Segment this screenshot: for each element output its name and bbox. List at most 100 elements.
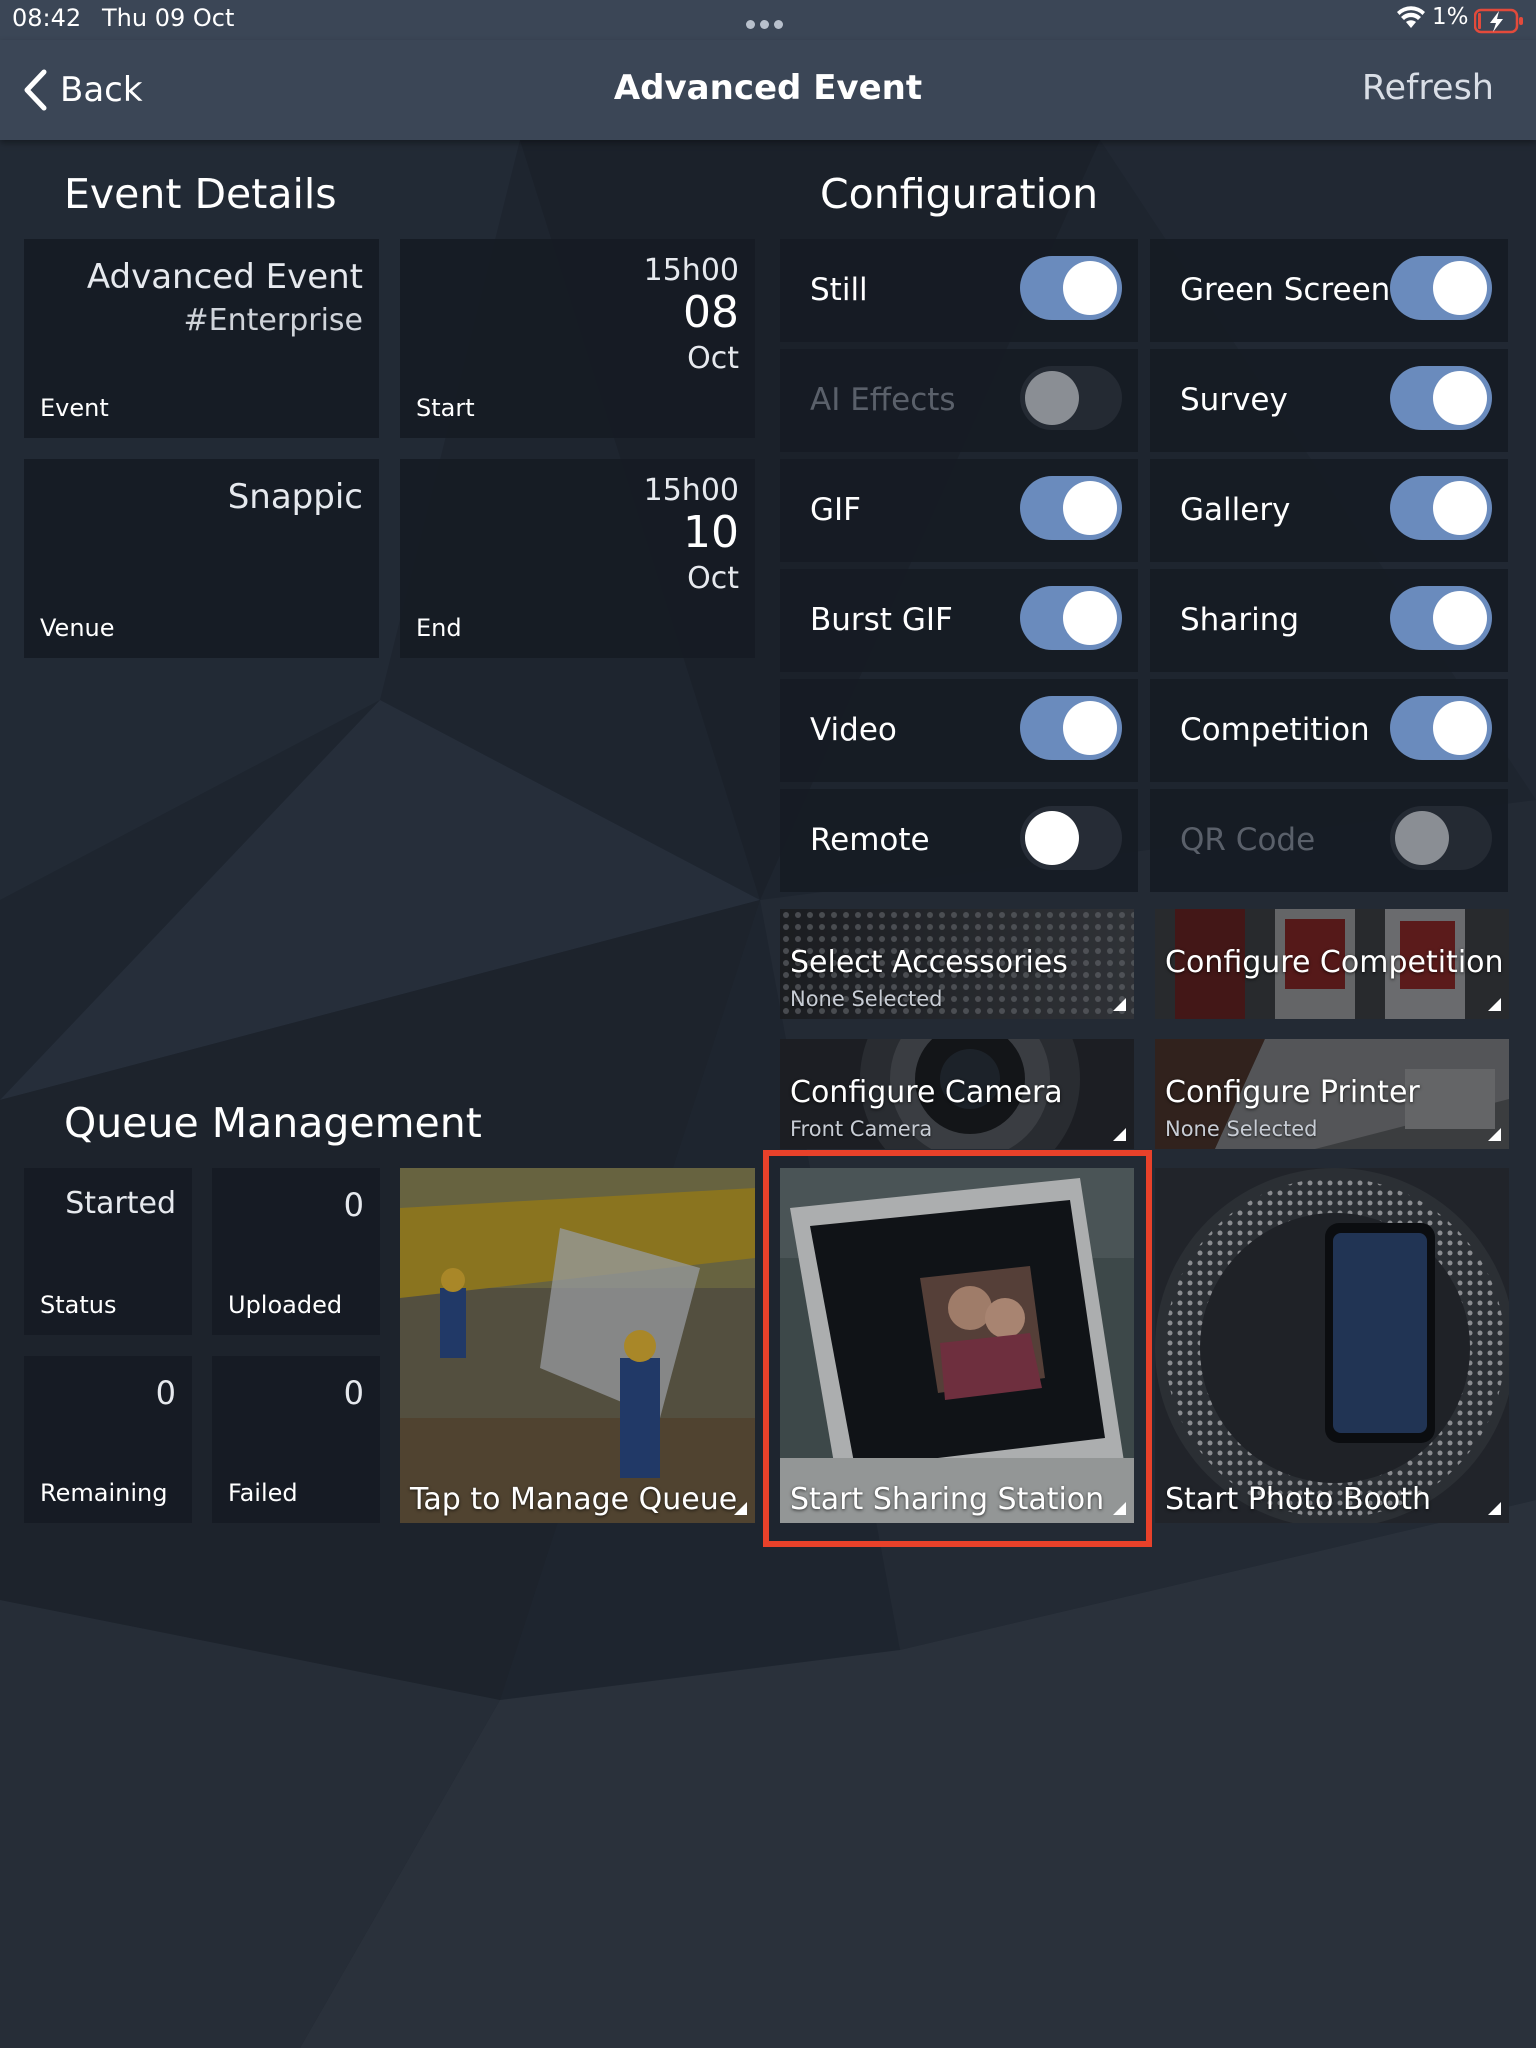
toggle-green-screen[interactable]	[1390, 256, 1492, 320]
configure-camera-title: Configure Camera	[790, 1075, 1063, 1110]
toggle-video[interactable]	[1020, 696, 1122, 760]
manage-queue-title: Tap to Manage Queue	[410, 1482, 738, 1517]
configuration-heading: Configuration	[820, 170, 1099, 218]
status-bar: 08:42 Thu 09 Oct 1%	[0, 0, 1536, 40]
queue-failed-value: 0	[343, 1374, 364, 1412]
start-photo-booth-button[interactable]: Start Photo Booth	[1155, 1168, 1509, 1523]
end-time: 15h00	[643, 473, 739, 508]
configure-camera-button[interactable]: Configure Camera Front Camera	[780, 1039, 1134, 1149]
toggle-competition[interactable]	[1390, 696, 1492, 760]
config-row-ai-effects: AI Effects	[780, 349, 1138, 452]
configure-camera-subtitle: Front Camera	[790, 1117, 933, 1141]
event-tag: #Enterprise	[183, 303, 363, 338]
start-time: 15h00	[643, 253, 739, 288]
config-label-green-screen: Green Screen	[1180, 272, 1391, 308]
config-row-competition: Competition	[1150, 679, 1508, 782]
start-day: 08	[683, 287, 739, 338]
navigation-bar: Back Advanced Event Refresh	[0, 40, 1536, 140]
config-label-still: Still	[810, 272, 868, 308]
toggle-sharing[interactable]	[1390, 586, 1492, 650]
config-label-remote: Remote	[810, 822, 930, 858]
corner-indicator-icon	[1488, 998, 1501, 1011]
queue-status-value: Started	[65, 1186, 176, 1221]
queue-status-label: Status	[40, 1291, 117, 1319]
battery-charging-icon	[1474, 8, 1523, 34]
config-row-green-screen: Green Screen	[1150, 239, 1508, 342]
toggle-still[interactable]	[1020, 256, 1122, 320]
toggle-gallery[interactable]	[1390, 476, 1492, 540]
config-label-burst-gif: Burst GIF	[810, 602, 953, 638]
battery-percent: 1%	[1432, 4, 1469, 30]
corner-indicator-icon	[1113, 998, 1126, 1011]
start-date-tile[interactable]: 15h00 08 Oct Start	[400, 239, 755, 438]
wifi-icon	[1397, 6, 1425, 28]
corner-indicator-icon	[1488, 1128, 1501, 1141]
start-month: Oct	[687, 341, 739, 376]
config-row-gallery: Gallery	[1150, 459, 1508, 562]
event-tile[interactable]: Advanced Event #Enterprise Event	[24, 239, 379, 438]
end-label: End	[416, 614, 462, 642]
queue-status-tile: Started Status	[24, 1168, 192, 1335]
config-row-survey: Survey	[1150, 349, 1508, 452]
toggle-gif[interactable]	[1020, 476, 1122, 540]
config-label-sharing: Sharing	[1180, 602, 1300, 638]
config-label-gallery: Gallery	[1180, 492, 1291, 528]
configure-printer-subtitle: None Selected	[1165, 1117, 1318, 1141]
queue-remaining-label: Remaining	[40, 1479, 168, 1507]
event-label: Event	[40, 394, 109, 422]
event-name: Advanced Event	[86, 257, 363, 297]
configure-printer-title: Configure Printer	[1165, 1075, 1420, 1110]
config-row-gif: GIF	[780, 459, 1138, 562]
selection-highlight	[763, 1150, 1152, 1547]
status-time: 08:42	[12, 4, 82, 32]
config-row-qr-code: QR Code	[1150, 789, 1508, 892]
queue-failed-tile: 0 Failed	[212, 1356, 380, 1523]
status-date: Thu 09 Oct	[102, 4, 235, 32]
configure-competition-title: Configure Competition	[1165, 945, 1504, 980]
toggle-remote[interactable]	[1020, 806, 1122, 870]
multitasking-dots-icon[interactable]	[746, 14, 788, 29]
toggle-qr-code	[1390, 806, 1492, 870]
toggle-ai-effects	[1020, 366, 1122, 430]
end-day: 10	[683, 507, 739, 558]
queue-uploaded-tile: 0 Uploaded	[212, 1168, 380, 1335]
configure-printer-button[interactable]: Configure Printer None Selected	[1155, 1039, 1509, 1149]
corner-indicator-icon	[1113, 1128, 1126, 1141]
refresh-button[interactable]: Refresh	[1362, 68, 1494, 108]
start-label: Start	[416, 394, 475, 422]
queue-uploaded-value: 0	[343, 1186, 364, 1224]
corner-indicator-icon	[734, 1502, 747, 1515]
queue-management-heading: Queue Management	[64, 1099, 482, 1147]
end-month: Oct	[687, 561, 739, 596]
select-accessories-subtitle: None Selected	[790, 987, 943, 1011]
toggle-survey[interactable]	[1390, 366, 1492, 430]
queue-remaining-value: 0	[155, 1374, 176, 1412]
end-date-tile[interactable]: 15h00 10 Oct End	[400, 459, 755, 658]
corner-indicator-icon	[1488, 1502, 1501, 1515]
config-row-still: Still	[780, 239, 1138, 342]
config-label-ai-effects: AI Effects	[810, 382, 956, 418]
venue-label: Venue	[40, 614, 115, 642]
config-label-survey: Survey	[1180, 382, 1288, 418]
page-title: Advanced Event	[613, 68, 923, 108]
select-accessories-button[interactable]: Select Accessories None Selected	[780, 909, 1134, 1019]
config-row-burst-gif: Burst GIF	[780, 569, 1138, 672]
queue-uploaded-label: Uploaded	[228, 1291, 343, 1319]
queue-remaining-tile: 0 Remaining	[24, 1356, 192, 1523]
venue-name: Snappic	[227, 477, 363, 517]
start-photo-booth-title: Start Photo Booth	[1165, 1482, 1432, 1517]
venue-tile[interactable]: Snappic Venue	[24, 459, 379, 658]
event-details-heading: Event Details	[64, 170, 337, 218]
toggle-burst-gif[interactable]	[1020, 586, 1122, 650]
config-label-qr-code: QR Code	[1180, 822, 1316, 858]
photo-booth-ring-light-image	[1155, 1168, 1509, 1523]
select-accessories-title: Select Accessories	[790, 945, 1068, 980]
manage-queue-button[interactable]: Tap to Manage Queue	[400, 1168, 755, 1523]
config-row-sharing: Sharing	[1150, 569, 1508, 672]
config-label-video: Video	[810, 712, 897, 748]
config-label-gif: GIF	[810, 492, 861, 528]
queue-workers-image	[400, 1168, 755, 1523]
config-row-video: Video	[780, 679, 1138, 782]
configure-competition-button[interactable]: Configure Competition	[1155, 909, 1509, 1019]
queue-failed-label: Failed	[228, 1479, 298, 1507]
